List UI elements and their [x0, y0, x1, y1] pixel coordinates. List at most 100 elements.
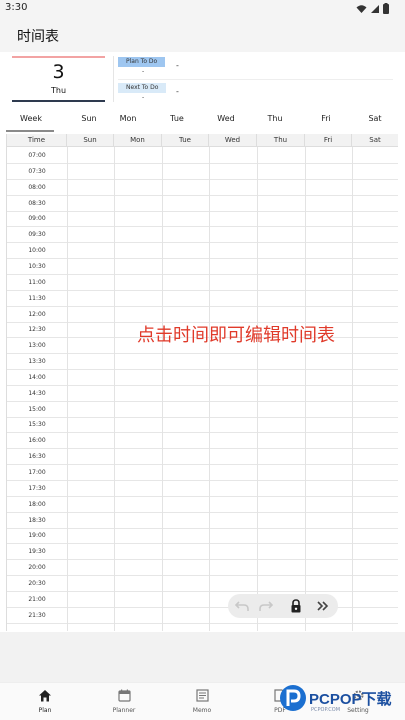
time-row[interactable]: 13:30	[7, 354, 398, 371]
wifi-icon	[356, 4, 367, 13]
undo-button[interactable]	[232, 597, 252, 615]
nav-plan[interactable]: Plan	[15, 687, 75, 714]
tab-label: Sat	[368, 114, 382, 123]
status-bar: 3:30	[0, 0, 405, 18]
time-label: 07:00	[28, 152, 46, 159]
signal-icon	[371, 4, 379, 13]
grid-col-line	[257, 147, 258, 631]
edit-hint-text: 点击时间即可编辑时间表	[137, 325, 335, 346]
time-row[interactable]: 16:30	[7, 449, 398, 466]
plan-to-do-detail: -	[176, 61, 179, 70]
watermark-text: PCPOP下载	[309, 691, 392, 708]
header-time: Time	[7, 134, 67, 147]
time-row[interactable]: 20:00	[7, 560, 398, 577]
time-row[interactable]: 20:30	[7, 576, 398, 592]
time-row[interactable]: 09:30	[7, 227, 398, 244]
time-row[interactable]: 08:30	[7, 196, 398, 212]
next-to-do-value: -	[142, 94, 145, 101]
time-label: 10:30	[28, 262, 46, 270]
grid-col-line	[114, 147, 115, 631]
time-label: 17:00	[28, 469, 46, 476]
nav-label: Planner	[112, 707, 136, 714]
tab-tue[interactable]: Tue	[152, 114, 202, 132]
header-tue: Tue	[162, 134, 209, 147]
nav-label: Plan	[38, 707, 52, 714]
tab-label: Tue	[170, 114, 184, 123]
timetable-grid: Time Sun Mon Tue Wed Thu Fri Sat 07:00 07…	[6, 134, 398, 631]
time-row[interactable]: 15:30	[7, 417, 398, 434]
time-row[interactable]: 11:00	[7, 275, 398, 291]
plan-divider	[118, 79, 393, 80]
next-to-do-tag: Next To Do	[118, 83, 167, 93]
time-label: 11:30	[28, 294, 46, 302]
time-row[interactable]: 18:30	[7, 513, 398, 529]
time-label: 19:00	[28, 532, 46, 540]
date-card-top-accent	[12, 56, 105, 58]
memo-icon	[195, 688, 209, 702]
tab-mon[interactable]: Mon	[103, 114, 153, 132]
time-row[interactable]: 09:00	[7, 211, 398, 228]
week-tabs: Week Sun Mon Tue Wed Thu Fri Sat	[6, 114, 398, 132]
time-label: 15:30	[28, 421, 46, 429]
lock-button[interactable]	[286, 597, 306, 615]
time-label: 14:00	[28, 373, 46, 381]
time-row[interactable]: 10:00	[7, 243, 398, 260]
lock-icon	[291, 599, 301, 613]
expand-button[interactable]	[313, 597, 333, 615]
grid-col-line	[162, 147, 163, 631]
grid-col-line	[67, 147, 68, 631]
time-label: 07:30	[28, 167, 46, 175]
pcpop-logo-icon	[280, 685, 306, 711]
nav-memo[interactable]: Memo	[172, 687, 232, 714]
time-label: 08:00	[28, 183, 46, 191]
redo-button[interactable]	[256, 597, 276, 615]
time-row[interactable]: 16:00	[7, 433, 398, 450]
time-label: 13:30	[28, 358, 46, 366]
date-card[interactable]: 3 Thu	[12, 56, 105, 102]
watermark: PCPOP下载 PCPOP.COM	[276, 682, 404, 720]
watermark-subtext: PCPOP.COM	[311, 707, 341, 713]
tab-thu[interactable]: Thu	[250, 114, 300, 132]
time-row[interactable]: 08:00	[7, 180, 398, 196]
calendar-icon	[117, 689, 131, 702]
grid-col-line	[352, 147, 353, 631]
tab-label: Sun	[81, 114, 97, 123]
time-label: 18:00	[28, 500, 46, 508]
header-fri: Fri	[305, 134, 352, 147]
nav-planner[interactable]: Planner	[94, 687, 154, 714]
time-row[interactable]: 14:30	[7, 386, 398, 402]
next-to-do-detail: -	[176, 87, 179, 96]
date-card-bottom-accent	[12, 100, 105, 102]
tab-sat[interactable]: Sat	[350, 114, 400, 132]
day-name: Thu	[50, 86, 67, 95]
time-row[interactable]: 14:00	[7, 370, 398, 386]
tab-label: Thu	[267, 114, 283, 123]
time-row[interactable]: 11:30	[7, 291, 398, 307]
header-thu: Thu	[257, 134, 305, 147]
tab-label: Week	[20, 114, 42, 123]
plan-to-do-value: -	[142, 68, 145, 75]
time-row[interactable]: 21:00	[7, 592, 398, 608]
header-sun: Sun	[67, 134, 114, 147]
time-row[interactable]: 21:30	[7, 608, 398, 624]
time-row[interactable]: 17:30	[7, 481, 398, 497]
time-label: 13:00	[28, 342, 46, 350]
status-icons	[356, 3, 389, 14]
time-label: 18:30	[28, 516, 46, 524]
tab-wed[interactable]: Wed	[201, 114, 251, 132]
time-label: 10:00	[28, 247, 46, 255]
time-row[interactable]: 19:30	[7, 544, 398, 561]
time-row[interactable]: 10:30	[7, 259, 398, 275]
time-row[interactable]: 07:00	[7, 148, 398, 164]
floating-toolbar	[228, 594, 338, 618]
time-row[interactable]: 18:00	[7, 497, 398, 513]
tab-week[interactable]: Week	[6, 114, 56, 132]
battery-icon	[383, 3, 389, 14]
time-label: 21:30	[28, 611, 46, 619]
time-row[interactable]: 15:00	[7, 402, 398, 418]
time-row[interactable]: 07:30	[7, 164, 398, 180]
tab-fri[interactable]: Fri	[301, 114, 351, 132]
time-row[interactable]: 19:00	[7, 528, 398, 545]
undo-icon	[235, 601, 249, 611]
time-row[interactable]: 17:00	[7, 465, 398, 481]
